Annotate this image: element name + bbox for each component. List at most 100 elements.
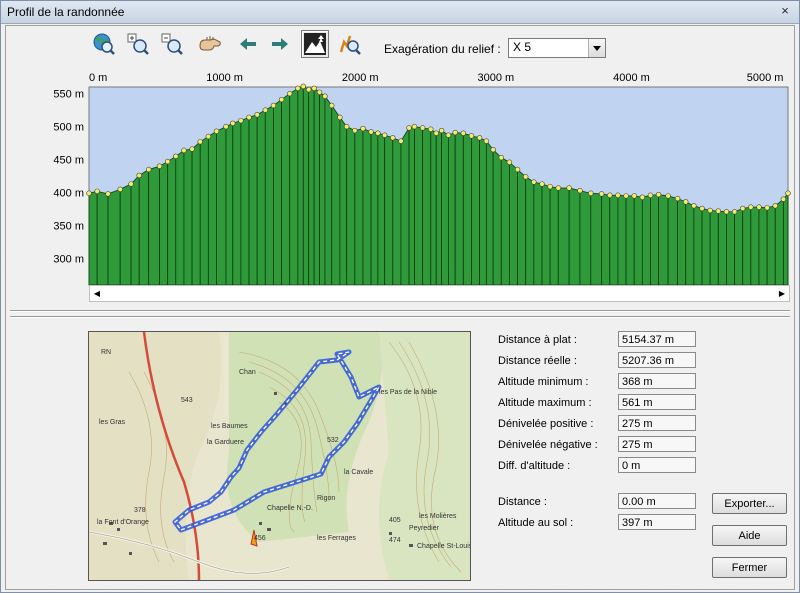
close-button[interactable]: Fermer	[712, 557, 787, 578]
profile-point[interactable]	[270, 102, 277, 109]
elevation-profile-svg[interactable]: 0 m 1000 m 2000 m 3000 m 4000 m 5000 m 550 m 5…	[6, 66, 794, 286]
profile-point[interactable]	[699, 205, 705, 212]
profile-point[interactable]	[715, 208, 721, 214]
profile-point[interactable]	[287, 90, 293, 97]
pan-hand-icon[interactable]	[197, 31, 223, 57]
profile-point[interactable]	[468, 133, 475, 139]
profile-point[interactable]	[295, 85, 301, 92]
profile-point[interactable]	[246, 114, 252, 121]
profile-point[interactable]	[428, 126, 434, 132]
profile-point[interactable]	[86, 190, 92, 196]
profile-point[interactable]	[785, 190, 791, 196]
scroll-right-icon[interactable]: ▶	[775, 286, 789, 301]
profile-point[interactable]	[588, 190, 594, 196]
profile-point[interactable]	[707, 207, 713, 214]
horizontal-scrollbar[interactable]: ◀ ▶	[89, 285, 790, 302]
profile-point[interactable]	[655, 191, 662, 198]
zoom-out-icon[interactable]	[159, 31, 185, 57]
profile-point[interactable]	[375, 130, 381, 136]
profile-point[interactable]	[406, 125, 412, 131]
profile-point[interactable]	[94, 188, 100, 194]
profile-point[interactable]	[514, 166, 521, 173]
profile-point[interactable]	[181, 147, 187, 154]
profile-point[interactable]	[411, 123, 418, 130]
profile-point[interactable]	[197, 139, 203, 145]
profile-point[interactable]	[539, 181, 545, 187]
profile-point[interactable]	[438, 127, 445, 134]
profile-point[interactable]	[360, 125, 366, 132]
profile-point[interactable]	[460, 130, 467, 136]
profile-point[interactable]	[756, 204, 762, 210]
profile-point[interactable]	[647, 192, 654, 198]
profile-point[interactable]	[329, 102, 335, 109]
profile-point[interactable]	[483, 138, 490, 144]
profile-point[interactable]	[615, 192, 621, 198]
scroll-left-icon[interactable]: ◀	[90, 286, 104, 301]
profile-point[interactable]	[691, 203, 697, 209]
profile-point[interactable]	[337, 114, 343, 121]
route-map[interactable]: RN les Gras Chan les Baumes la Garduere les P…	[88, 331, 471, 581]
profile-point[interactable]	[445, 132, 452, 138]
profile-point[interactable]	[419, 125, 426, 131]
profile-point[interactable]	[278, 96, 285, 103]
profile-point[interactable]	[772, 203, 778, 209]
profile-point[interactable]	[490, 146, 496, 153]
profile-point[interactable]	[311, 85, 317, 92]
profile-point[interactable]	[128, 181, 134, 187]
profile-point[interactable]	[506, 159, 513, 165]
profile-point[interactable]	[322, 93, 328, 99]
profile-magnifier-icon[interactable]	[337, 31, 363, 57]
terrain-trees-icon[interactable]	[301, 30, 329, 58]
profile-point[interactable]	[368, 129, 374, 135]
profile-point[interactable]	[238, 117, 244, 124]
profile-point[interactable]	[555, 185, 561, 191]
profile-point[interactable]	[105, 191, 111, 197]
profile-point[interactable]	[117, 186, 123, 193]
profile-point[interactable]	[531, 179, 537, 185]
profile-point[interactable]	[577, 187, 583, 194]
profile-point[interactable]	[381, 132, 388, 138]
close-window-button[interactable]: ×	[777, 4, 793, 18]
profile-point[interactable]	[136, 172, 142, 179]
profile-point[interactable]	[145, 166, 152, 173]
profile-point[interactable]	[390, 135, 396, 141]
title-bar[interactable]: Profil de la randonnée ×	[1, 1, 799, 24]
arrow-right-icon[interactable]	[267, 31, 293, 57]
profile-point[interactable]	[433, 130, 439, 136]
profile-point[interactable]	[498, 154, 504, 161]
profile-point[interactable]	[173, 153, 179, 160]
profile-point[interactable]	[764, 205, 770, 211]
profile-point[interactable]	[683, 199, 689, 205]
profile-point[interactable]	[452, 129, 458, 136]
profile-point[interactable]	[213, 128, 220, 134]
profile-point[interactable]	[674, 195, 681, 202]
profile-point[interactable]	[164, 158, 171, 165]
profile-point[interactable]	[300, 83, 306, 90]
profile-point[interactable]	[523, 174, 529, 180]
profile-point[interactable]	[740, 205, 746, 212]
profile-point[interactable]	[639, 194, 646, 200]
arrow-left-icon[interactable]	[235, 31, 261, 57]
profile-point[interactable]	[547, 183, 553, 190]
profile-point[interactable]	[631, 193, 637, 199]
profile-point[interactable]	[398, 138, 404, 144]
profile-point[interactable]	[343, 123, 350, 130]
profile-point[interactable]	[723, 209, 730, 215]
profile-point[interactable]	[316, 89, 323, 95]
profile-point[interactable]	[254, 112, 260, 118]
globe-search-icon[interactable]	[91, 31, 117, 57]
profile-point[interactable]	[598, 191, 605, 197]
profile-point[interactable]	[623, 193, 629, 199]
zoom-in-icon[interactable]	[125, 31, 151, 57]
profile-point[interactable]	[748, 204, 754, 210]
export-button[interactable]: Exporter...	[712, 493, 787, 514]
profile-point[interactable]	[205, 133, 212, 140]
profile-point[interactable]	[566, 185, 572, 191]
profile-point[interactable]	[731, 209, 738, 215]
help-button[interactable]: Aide	[712, 525, 787, 546]
profile-point[interactable]	[665, 193, 671, 199]
chevron-down-icon[interactable]	[588, 39, 605, 57]
profile-point[interactable]	[189, 146, 195, 152]
relief-exaggeration-select[interactable]: X 5	[508, 38, 606, 58]
profile-point[interactable]	[230, 120, 236, 126]
